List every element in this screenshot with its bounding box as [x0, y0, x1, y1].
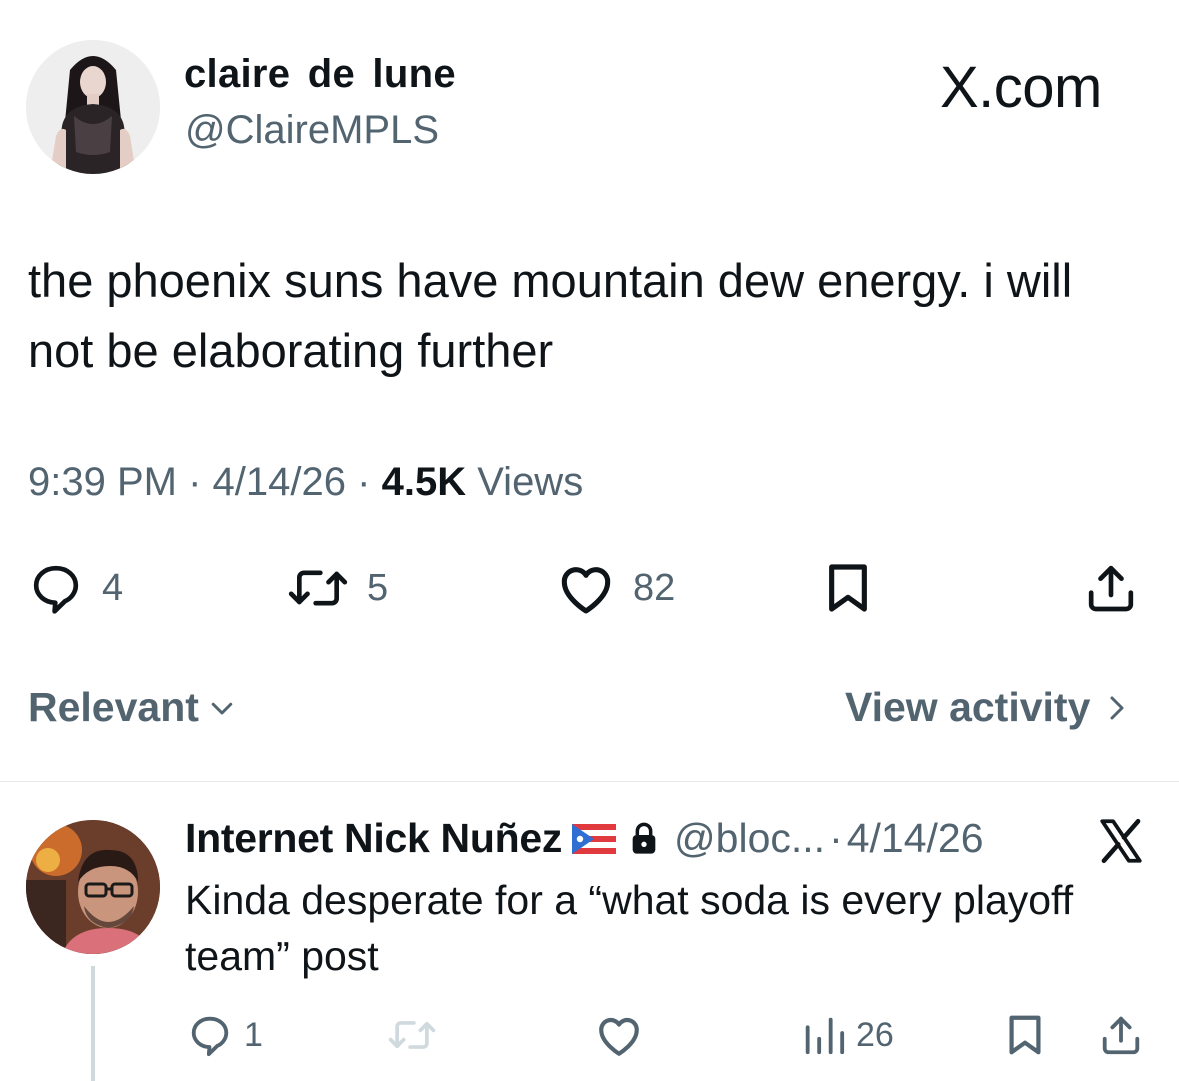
reply-text: Kinda desperate for a “what soda is ever… — [185, 877, 1074, 979]
share-upload-icon — [1088, 565, 1134, 612]
bookmark-button[interactable] — [822, 560, 874, 616]
repost-arrows-icon — [288, 570, 348, 606]
tweet-meta: 9:39 PM · 4/14/26 · 4.5K Views — [28, 460, 583, 505]
chevron-right-icon — [1110, 696, 1124, 719]
reply-avatar-image — [26, 820, 160, 954]
sort-relevant-dropdown[interactable]: Relevant — [28, 684, 237, 731]
author-handle[interactable]: @ClaireMPLS — [185, 108, 439, 153]
thread-connector-line — [91, 966, 95, 1081]
tweet-text: the phoenix suns have mountain dew energ… — [28, 254, 1073, 377]
repost-button[interactable]: 5 — [285, 560, 388, 616]
reply-reply-count: 1 — [244, 1015, 263, 1054]
reply-bubble-icon — [191, 1016, 229, 1057]
reply-date[interactable]: 4/14/26 — [847, 815, 984, 862]
like-count: 82 — [633, 566, 676, 609]
view-activity-label: View activity — [845, 684, 1091, 730]
reply-meta-separator: · — [829, 815, 843, 861]
reply-author-display-name[interactable]: Internet Nick Nuñez — [185, 815, 562, 862]
tweet-date[interactable]: 4/14/26 — [213, 460, 346, 504]
reply-author-handle[interactable]: @bloc... — [674, 815, 825, 862]
reply-count: 4 — [102, 566, 124, 609]
author-display-name[interactable]: claire de lune — [184, 52, 456, 97]
repost-count: 5 — [367, 566, 389, 609]
reply-like-button[interactable] — [594, 1012, 644, 1058]
sort-relevant-label: Relevant — [28, 684, 199, 730]
tweet-time[interactable]: 9:39 PM — [28, 460, 177, 504]
like-button[interactable]: 82 — [555, 560, 675, 616]
reply-views-button[interactable]: 26 — [800, 1012, 894, 1058]
meta-separator: · — [188, 460, 202, 504]
reply-bookmark-button[interactable] — [1004, 1012, 1046, 1058]
brand-text: X.com — [940, 55, 1102, 120]
reply-repost-button[interactable] — [386, 1012, 438, 1058]
heart-icon — [561, 567, 611, 614]
bar-chart-views-icon — [805, 1017, 845, 1055]
share-button[interactable] — [1083, 560, 1139, 616]
puerto-rico-flag-icon — [572, 823, 617, 854]
author-avatar[interactable] — [26, 40, 160, 174]
reply-views-count: 26 — [856, 1015, 894, 1054]
reply-button[interactable]: 4 — [26, 560, 123, 616]
heart-icon — [599, 1017, 639, 1056]
lock-icon — [632, 822, 656, 854]
reply-author-avatar[interactable] — [26, 820, 160, 954]
bookmark-icon — [829, 564, 867, 612]
reply-header: Internet Nick Nuñez @bloc... · 4/14/26 — [185, 815, 984, 862]
meta-separator: · — [357, 460, 371, 504]
author-avatar-image — [26, 40, 160, 174]
x-logo-icon — [1100, 818, 1142, 864]
view-activity-link[interactable]: View activity — [845, 684, 1132, 731]
reply-share-button[interactable] — [1098, 1012, 1144, 1058]
repost-arrows-icon — [388, 1021, 436, 1049]
views-count: 4.5K — [381, 460, 467, 504]
brand-watermark: X.com — [940, 54, 1102, 121]
section-divider — [0, 781, 1179, 782]
share-upload-icon — [1102, 1016, 1140, 1055]
bookmark-icon — [1009, 1015, 1041, 1055]
reply-bubble-icon — [33, 565, 79, 614]
chevron-down-icon — [211, 702, 233, 714]
views-label: Views — [477, 460, 584, 504]
reply-source-logo — [1095, 816, 1147, 871]
reply-reply-button[interactable]: 1 — [186, 1012, 263, 1058]
